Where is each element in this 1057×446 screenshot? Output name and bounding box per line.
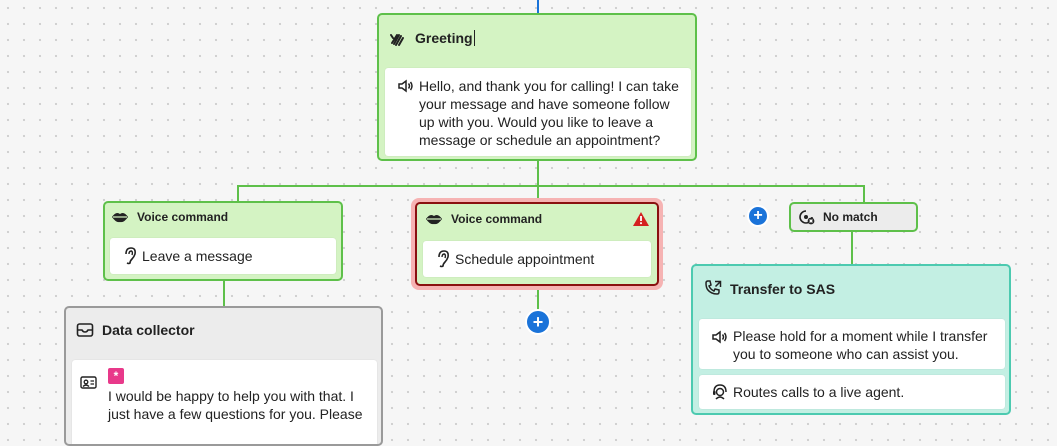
speaker-icon [707, 327, 733, 344]
agent-headset-icon [707, 383, 733, 401]
data-collector-prompt: * I would be happy to help you with that… [108, 368, 370, 423]
ear-icon [118, 247, 142, 265]
data-collector-node[interactable]: Data collector * I would be happy to hel… [64, 306, 383, 446]
warning-triangle-icon[interactable] [633, 212, 649, 226]
transfer-hold-message: Please hold for a moment while I transfe… [733, 328, 988, 362]
greeting-message-card[interactable]: Hello, and thank you for calling! I can … [385, 68, 691, 156]
required-badge: * [108, 368, 124, 384]
transfer-title: Transfer to SAS [730, 281, 836, 297]
no-match-title: No match [823, 210, 878, 224]
inbox-tray-icon [76, 322, 94, 338]
voice-command-title: Voice command [451, 212, 543, 226]
transfer-route-card[interactable]: Routes calls to a live agent. [699, 375, 1005, 409]
voice-command-title: Voice command [137, 210, 229, 224]
connector-nomatch-to-transfer [851, 231, 853, 265]
phone-forward-icon [704, 280, 722, 298]
voice-command-schedule-node[interactable]: Voice command Schedule appointment [415, 202, 659, 286]
voice-phrase: Schedule appointment [455, 251, 595, 267]
connector-horizontal [237, 185, 865, 187]
connector-right-drop [863, 185, 865, 203]
greeting-header[interactable]: Greeting [379, 15, 695, 61]
data-collector-prompt-card[interactable]: * I would be happy to help you with that… [72, 360, 377, 444]
transfer-node[interactable]: Transfer to SAS Please hold for a moment… [691, 264, 1011, 415]
greeting-message: Hello, and thank you for calling! I can … [419, 78, 679, 148]
no-match-header[interactable]: No match [791, 204, 916, 230]
data-collector-message: I would be happy to help you with that. … [108, 388, 363, 422]
voice-phrase-card[interactable]: Leave a message [110, 238, 336, 274]
voice-command-leave-message-node[interactable]: Voice command Leave a message [103, 201, 343, 281]
voice-command-header-error[interactable]: Voice command [417, 204, 657, 234]
connector-left-to-collector [223, 279, 225, 307]
greeting-title[interactable]: Greeting [415, 30, 475, 46]
connector-top-incoming [537, 0, 539, 14]
data-collector-header[interactable]: Data collector [66, 308, 381, 352]
lips-icon [111, 211, 129, 223]
greeting-node[interactable]: Greeting Hello, and thank you for callin… [377, 13, 697, 161]
ear-icon [431, 250, 455, 268]
voice-phrase-card[interactable]: Schedule appointment [423, 241, 651, 277]
voice-phrase: Leave a message [142, 248, 253, 264]
voice-command-header[interactable]: Voice command [105, 203, 341, 231]
connector-center-to-add [537, 287, 539, 311]
transfer-route-note: Routes calls to a live agent. [733, 384, 905, 400]
connector-greeting-down [537, 160, 539, 187]
contact-card-icon [80, 368, 108, 389]
add-branch-button[interactable]: + [747, 205, 769, 227]
waving-hand-icon [389, 29, 407, 47]
transfer-hold-card[interactable]: Please hold for a moment while I transfe… [699, 319, 1005, 369]
speaker-icon [393, 77, 419, 93]
lips-icon [425, 213, 443, 225]
no-match-node[interactable]: No match [789, 202, 918, 232]
no-match-icon [797, 209, 815, 225]
add-step-button[interactable]: + [525, 309, 551, 335]
transfer-header[interactable]: Transfer to SAS [693, 266, 1009, 312]
data-collector-title: Data collector [102, 322, 195, 338]
